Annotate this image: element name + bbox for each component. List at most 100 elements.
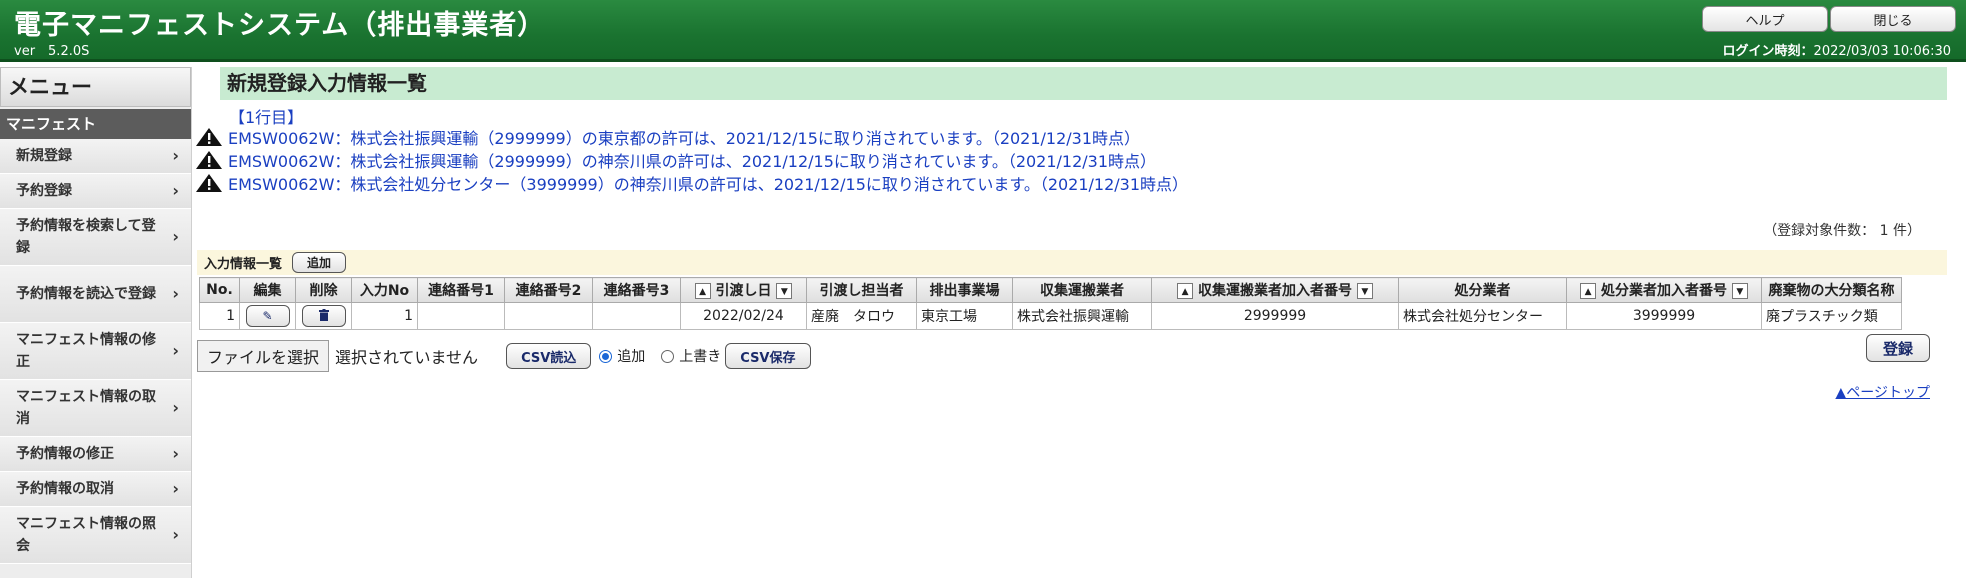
chevron-right-icon: › bbox=[172, 227, 179, 246]
add-row-button[interactable]: 追加 bbox=[292, 252, 347, 273]
cell-site: 東京工場 bbox=[916, 302, 1013, 330]
page-top-link[interactable]: ▲ページトップ bbox=[1836, 382, 1931, 402]
sidebar-item-reservation[interactable]: 予約登録 › bbox=[0, 174, 191, 209]
header-divider bbox=[0, 59, 1966, 62]
trash-icon bbox=[318, 308, 329, 324]
chevron-right-icon: › bbox=[172, 444, 179, 463]
sort-desc-icon[interactable]: ▼ bbox=[776, 283, 793, 299]
delete-button[interactable] bbox=[301, 305, 346, 327]
column-header: No. bbox=[199, 277, 240, 303]
sidebar-item-new-registration[interactable]: 新規登録 › bbox=[0, 139, 191, 174]
register-button[interactable]: 登録 bbox=[1866, 334, 1930, 362]
radio-overwrite-label: 上書き bbox=[679, 349, 722, 365]
warning-icon bbox=[195, 173, 223, 193]
sidebar-item-search-reservation[interactable]: 予約情報を検索して登録 › bbox=[0, 209, 191, 266]
column-header: 連絡番号3 bbox=[592, 277, 681, 303]
column-header: 削除 bbox=[295, 277, 352, 303]
column-header: 引渡し担当者 bbox=[806, 277, 917, 303]
cell-handler: 産廃 タロウ bbox=[806, 302, 917, 330]
input-list-label: 入力情報一覧 bbox=[204, 257, 283, 272]
csv-read-button[interactable]: CSV読込 bbox=[506, 343, 592, 369]
warning-item: EMSW0062W：株式会社振興運輸（2999999）の東京都の許可は、2021… bbox=[195, 126, 1140, 148]
login-time: ログイン時刻：2022/03/03 10:06:30 bbox=[1723, 40, 1951, 59]
cell-carrier-no: 2999999 bbox=[1151, 302, 1399, 330]
column-header: 編集 bbox=[239, 277, 296, 303]
file-select-button[interactable]: ファイルを選択 bbox=[197, 340, 330, 372]
app-title: 電子マニフェストシステム（排出事業者） bbox=[14, 10, 546, 41]
cell-waste: 廃プラスチック類 bbox=[1761, 302, 1902, 330]
sidebar-item-label: 新規登録 bbox=[16, 148, 72, 164]
warning-icon bbox=[195, 150, 223, 170]
radio-overwrite[interactable]: 上書き bbox=[661, 346, 721, 366]
column-header: 処分業者 bbox=[1398, 277, 1567, 303]
csv-save-button[interactable]: CSV保存 bbox=[725, 343, 811, 369]
warning-item: EMSW0062W：株式会社振興運輸（2999999）の神奈川県の許可は、202… bbox=[195, 149, 1156, 171]
radio-checked-icon bbox=[599, 349, 613, 363]
sort-asc-icon[interactable]: ▲ bbox=[1177, 283, 1194, 299]
sidebar-item-inquire-manifest[interactable]: マニフェスト情報の照会 › bbox=[0, 507, 191, 564]
column-header: 廃棄物の大分類名称 bbox=[1761, 277, 1902, 303]
column-header: 連絡番号1 bbox=[417, 277, 505, 303]
sort-asc-icon[interactable]: ▲ bbox=[1580, 283, 1597, 299]
cell-delete bbox=[295, 302, 352, 330]
sort-desc-icon[interactable]: ▼ bbox=[1731, 283, 1748, 299]
help-button[interactable]: ヘルプ bbox=[1702, 6, 1828, 32]
app-header: 電子マニフェストシステム（排出事業者） ver 5.2.0S ヘルプ 閉じる ロ… bbox=[0, 0, 1966, 59]
sidebar-item-modify-reservation[interactable]: 予約情報の修正 › bbox=[0, 437, 191, 472]
chevron-right-icon: › bbox=[172, 284, 179, 303]
chevron-right-icon: › bbox=[172, 341, 179, 360]
sort-asc-icon[interactable]: ▲ bbox=[694, 283, 711, 299]
column-header: 排出事業場 bbox=[916, 277, 1013, 303]
page-title: 新規登録入力情報一覧 bbox=[220, 67, 1947, 100]
chevron-right-icon: › bbox=[172, 479, 179, 498]
cell-contact-1 bbox=[417, 302, 505, 330]
version-label: ver 5.2.0S bbox=[14, 44, 90, 59]
sidebar-item-label: 予約情報の修正 bbox=[16, 446, 114, 462]
sort-desc-icon[interactable]: ▼ bbox=[1356, 283, 1373, 299]
column-header: 連絡番号2 bbox=[504, 277, 593, 303]
chevron-right-icon: › bbox=[172, 525, 179, 544]
close-button[interactable]: 閉じる bbox=[1830, 6, 1956, 32]
chevron-right-icon: › bbox=[172, 181, 179, 200]
sidebar-item-label: 予約情報の取消 bbox=[16, 481, 114, 497]
login-time-value: 2022/03/03 10:06:30 bbox=[1813, 44, 1951, 59]
cell-no: 1 bbox=[199, 302, 240, 330]
chevron-right-icon: › bbox=[172, 398, 179, 417]
warning-item: EMSW0062W：株式会社処分センター（3999999）の神奈川県の許可は、2… bbox=[195, 172, 1188, 194]
table-header-row: No. 編集 削除 入力No 連絡番号1 連絡番号2 連絡番号3 ▲ 引渡し日 … bbox=[199, 277, 1902, 303]
cell-input-no: 1 bbox=[351, 302, 418, 330]
radio-unchecked-icon bbox=[661, 349, 675, 363]
column-header-label: 引渡し日 bbox=[715, 283, 772, 299]
login-time-label: ログイン時刻： bbox=[1722, 44, 1814, 59]
cell-contact-3 bbox=[592, 302, 681, 330]
cell-edit: ✎ bbox=[239, 302, 296, 330]
registration-count: （登録対象件数： 1 件） bbox=[1763, 223, 1921, 239]
column-header: 入力No bbox=[351, 277, 418, 303]
sidebar-item-read-reservation[interactable]: 予約情報を読込で登録 › bbox=[0, 266, 191, 323]
input-list-bar: 入力情報一覧 追加 bbox=[197, 250, 1947, 275]
cell-disposer-no: 3999999 bbox=[1566, 302, 1762, 330]
warning-text: EMSW0062W：株式会社処分センター（3999999）の神奈川県の許可は、2… bbox=[228, 175, 1189, 194]
sidebar-item-cancel-manifest[interactable]: マニフェスト情報の取消 › bbox=[0, 380, 191, 437]
warning-text: EMSW0062W：株式会社振興運輸（2999999）の神奈川県の許可は、202… bbox=[228, 152, 1157, 171]
column-header-carrier-no: ▲ 収集運搬業者加入者番号 ▼ bbox=[1151, 277, 1399, 303]
sidebar-item-cancel-reservation[interactable]: 予約情報の取消 › bbox=[0, 472, 191, 507]
column-header: 収集運搬業者 bbox=[1012, 277, 1152, 303]
column-header-delivery-date: ▲ 引渡し日 ▼ bbox=[680, 277, 807, 303]
cell-contact-2 bbox=[504, 302, 593, 330]
menu-title: メニュー bbox=[0, 67, 191, 107]
radio-add[interactable]: 追加 bbox=[599, 346, 645, 366]
pencil-icon: ✎ bbox=[262, 309, 273, 323]
cell-carrier: 株式会社振興運輸 bbox=[1012, 302, 1152, 330]
warning-icon bbox=[195, 127, 223, 147]
sidebar-item-label: 予約登録 bbox=[16, 183, 72, 199]
edit-button[interactable]: ✎ bbox=[245, 305, 290, 327]
column-header-label: 処分業者加入者番号 bbox=[1601, 283, 1727, 299]
column-header-disposer-no: ▲ 処分業者加入者番号 ▼ bbox=[1566, 277, 1762, 303]
sidebar-item-label: 予約情報を読込で登録 bbox=[16, 286, 156, 302]
sidebar-item-modify-manifest[interactable]: マニフェスト情報の修正 › bbox=[0, 323, 191, 380]
warning-text: EMSW0062W：株式会社振興運輸（2999999）の東京都の許可は、2021… bbox=[228, 129, 1141, 148]
chevron-right-icon: › bbox=[172, 146, 179, 165]
cell-disposer: 株式会社処分センター bbox=[1398, 302, 1567, 330]
file-status: 選択されていません bbox=[335, 348, 479, 367]
